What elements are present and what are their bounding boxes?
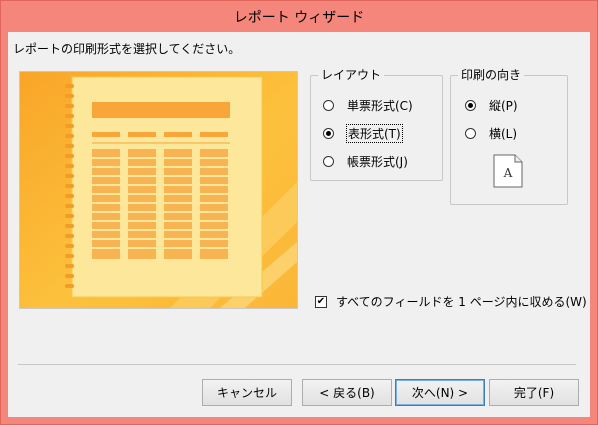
separator xyxy=(18,364,576,365)
report-wizard-window: レポート ウィザード レポートの印刷形式を選択してください。 レイアウト 単票形… xyxy=(0,0,598,425)
wizard-content: レポートの印刷形式を選択してください。 レイアウト 単票形式(C) 表形式(T)… xyxy=(8,32,590,417)
fit-fields-label: すべてのフィールドを 1 ページ内に収める(W) xyxy=(336,295,587,309)
layout-preview-image xyxy=(19,71,298,309)
title-bar: レポート ウィザード xyxy=(1,1,597,32)
finish-button[interactable]: 完了(F) xyxy=(489,379,579,406)
orientation-option-landscape[interactable]: 横(L) xyxy=(465,125,517,142)
layout-option-tabular[interactable]: 表形式(T) xyxy=(323,124,403,143)
radio-button-selected[interactable] xyxy=(465,100,476,111)
svg-text:A: A xyxy=(503,166,513,180)
orientation-option-label: 横(L) xyxy=(489,127,518,141)
radio-button[interactable] xyxy=(323,100,334,111)
fit-fields-checkbox[interactable]: ✔ xyxy=(315,295,327,308)
cancel-button[interactable]: キャンセル xyxy=(202,379,292,406)
radio-button-selected[interactable] xyxy=(323,128,334,139)
orientation-group-title: 印刷の向き xyxy=(458,68,525,82)
layout-option-label: 表形式(T) xyxy=(346,124,403,143)
orientation-option-label: 縦(P) xyxy=(489,99,518,113)
fit-fields-checkbox-row[interactable]: ✔ すべてのフィールドを 1 ページ内に収める(W) xyxy=(315,293,587,310)
orientation-group: 印刷の向き 縦(P) 横(L) A xyxy=(450,68,568,205)
layout-option-columnar[interactable]: 単票形式(C) xyxy=(323,97,413,114)
portrait-page-icon: A xyxy=(493,154,523,188)
spiral-binding xyxy=(65,84,74,288)
layout-group: レイアウト 単票形式(C) 表形式(T) 帳票形式(J) xyxy=(310,68,443,181)
radio-button[interactable] xyxy=(323,156,334,167)
back-button[interactable]: < 戻る(B) xyxy=(302,379,392,406)
layout-option-justified[interactable]: 帳票形式(J) xyxy=(323,153,408,170)
radio-button[interactable] xyxy=(465,128,476,139)
layout-option-label: 単票形式(C) xyxy=(347,99,413,113)
layout-option-label: 帳票形式(J) xyxy=(347,155,408,169)
next-button[interactable]: 次へ(N) > xyxy=(395,379,485,406)
layout-group-title: レイアウト xyxy=(318,68,385,82)
orientation-option-portrait[interactable]: 縦(P) xyxy=(465,97,518,114)
window-title: レポート ウィザード xyxy=(233,9,365,26)
instruction-text: レポートの印刷形式を選択してください。 xyxy=(13,42,241,56)
